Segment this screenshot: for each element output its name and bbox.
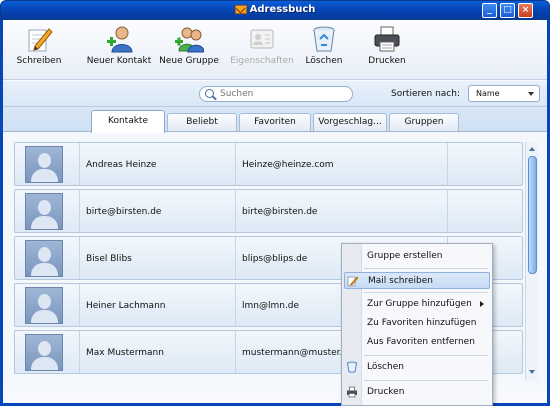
pencil-icon xyxy=(24,24,54,54)
scroll-up-icon[interactable] xyxy=(528,145,537,154)
contact-name: Max Mustermann xyxy=(86,348,164,358)
tab-groups-label: Gruppen xyxy=(404,117,444,127)
tab-groups[interactable]: Gruppen xyxy=(389,113,459,131)
envelope-icon xyxy=(234,5,247,14)
contact-name: Heiner Lachmann xyxy=(86,301,166,311)
title-bar[interactable]: Adressbuch _ □ × xyxy=(0,0,550,20)
avatar xyxy=(25,146,63,183)
tab-suggested-label: Vorgeschlag... xyxy=(318,117,382,127)
avatar xyxy=(25,287,63,324)
menu-item-add-favorite[interactable]: Zu Favoriten hinzufügen xyxy=(344,315,490,332)
tab-popular-label: Beliebt xyxy=(186,117,218,127)
contact-email: lmn@lmn.de xyxy=(242,301,300,311)
chevron-down-icon xyxy=(528,92,534,96)
add-contact-icon xyxy=(104,24,134,54)
add-group-icon xyxy=(174,24,205,54)
menu-item-write-mail[interactable]: Mail schreiben xyxy=(344,272,490,289)
new-group-button-label: Neue Gruppe xyxy=(159,56,219,66)
contact-email: Heinze@heinze.com xyxy=(242,160,334,170)
sort-value: Name xyxy=(476,89,500,98)
tab-favorites[interactable]: Favoriten xyxy=(239,113,311,131)
avatar xyxy=(25,334,63,371)
menu-item-label: Gruppe erstellen xyxy=(367,251,443,261)
menu-item-delete[interactable]: Löschen xyxy=(344,359,490,376)
window-title: Adressbuch xyxy=(249,4,316,15)
tab-bar: Kontakte Beliebt Favoriten Vorgeschlag..… xyxy=(3,107,547,133)
new-contact-button[interactable]: Neuer Kontakt xyxy=(85,24,153,66)
search-box[interactable] xyxy=(199,86,353,102)
menu-item-label: Mail schreiben xyxy=(368,276,433,286)
recycle-bin-icon xyxy=(309,24,339,54)
menu-item-add-to-group[interactable]: Zur Gruppe hinzufügen xyxy=(344,296,490,313)
contact-name: Andreas Heinze xyxy=(86,160,157,170)
close-button[interactable]: × xyxy=(518,3,533,18)
menu-item-remove-favorite[interactable]: Aus Favoriten entfernen xyxy=(344,334,490,351)
delete-button-label: Löschen xyxy=(305,56,343,66)
printer-icon xyxy=(346,386,358,398)
contact-name: birte@birsten.de xyxy=(86,207,162,217)
tab-contacts-label: Kontakte xyxy=(108,116,148,126)
table-row[interactable]: birte@birsten.de birte@birsten.de xyxy=(14,189,523,233)
scroll-down-icon[interactable] xyxy=(528,368,537,377)
pencil-icon xyxy=(347,275,359,287)
maximize-button[interactable]: □ xyxy=(500,3,515,18)
recycle-bin-icon xyxy=(346,361,358,373)
tab-contacts[interactable]: Kontakte xyxy=(91,110,165,133)
contact-name: Bisel Blibs xyxy=(86,254,132,264)
write-button-label: Schreiben xyxy=(16,56,62,66)
properties-button[interactable]: Eigenschaften xyxy=(229,24,295,66)
write-button[interactable]: Schreiben xyxy=(16,24,62,66)
sort-label: Sortieren nach: xyxy=(391,89,460,99)
tab-popular[interactable]: Beliebt xyxy=(167,113,237,131)
menu-item-label: Zu Favoriten hinzufügen xyxy=(367,318,477,328)
search-icon xyxy=(205,89,214,98)
printer-icon xyxy=(372,24,402,54)
menu-item-create-group[interactable]: Gruppe erstellen xyxy=(344,248,490,265)
menu-item-label: Aus Favoriten entfernen xyxy=(367,337,475,347)
avatar xyxy=(25,240,63,277)
submenu-arrow-icon xyxy=(480,301,484,307)
new-contact-button-label: Neuer Kontakt xyxy=(86,56,152,66)
context-menu: Gruppe erstellen Mail schreiben Zur Grup… xyxy=(341,243,493,406)
avatar xyxy=(25,193,63,230)
contact-email: blips@blips.de xyxy=(242,254,308,264)
print-button[interactable]: Drucken xyxy=(365,24,409,66)
vertical-scrollbar[interactable] xyxy=(525,142,538,380)
print-button-label: Drucken xyxy=(368,56,406,66)
tab-favorites-label: Favoriten xyxy=(254,117,296,127)
menu-item-label: Löschen xyxy=(367,362,404,372)
tab-suggested[interactable]: Vorgeschlag... xyxy=(313,113,387,131)
menu-item-label: Drucken xyxy=(367,387,405,397)
minimize-button[interactable]: _ xyxy=(482,3,497,18)
properties-button-label: Eigenschaften xyxy=(230,56,294,66)
table-row[interactable]: Andreas Heinze Heinze@heinze.com xyxy=(14,142,523,186)
sort-dropdown[interactable]: Name xyxy=(468,85,540,102)
new-group-button[interactable]: Neue Gruppe xyxy=(158,24,220,66)
contact-email: birte@birsten.de xyxy=(242,207,318,217)
toolbar: Schreiben Neuer Kontakt Neue Gruppe Eige… xyxy=(3,20,547,80)
menu-item-label: Zur Gruppe hinzufügen xyxy=(367,299,472,309)
menu-item-print[interactable]: Drucken xyxy=(344,384,490,401)
properties-card-icon xyxy=(247,24,277,54)
search-bar: Sortieren nach: Name xyxy=(3,81,547,107)
scroll-thumb[interactable] xyxy=(528,156,537,274)
delete-button[interactable]: Löschen xyxy=(301,24,347,66)
search-input[interactable] xyxy=(220,88,348,100)
